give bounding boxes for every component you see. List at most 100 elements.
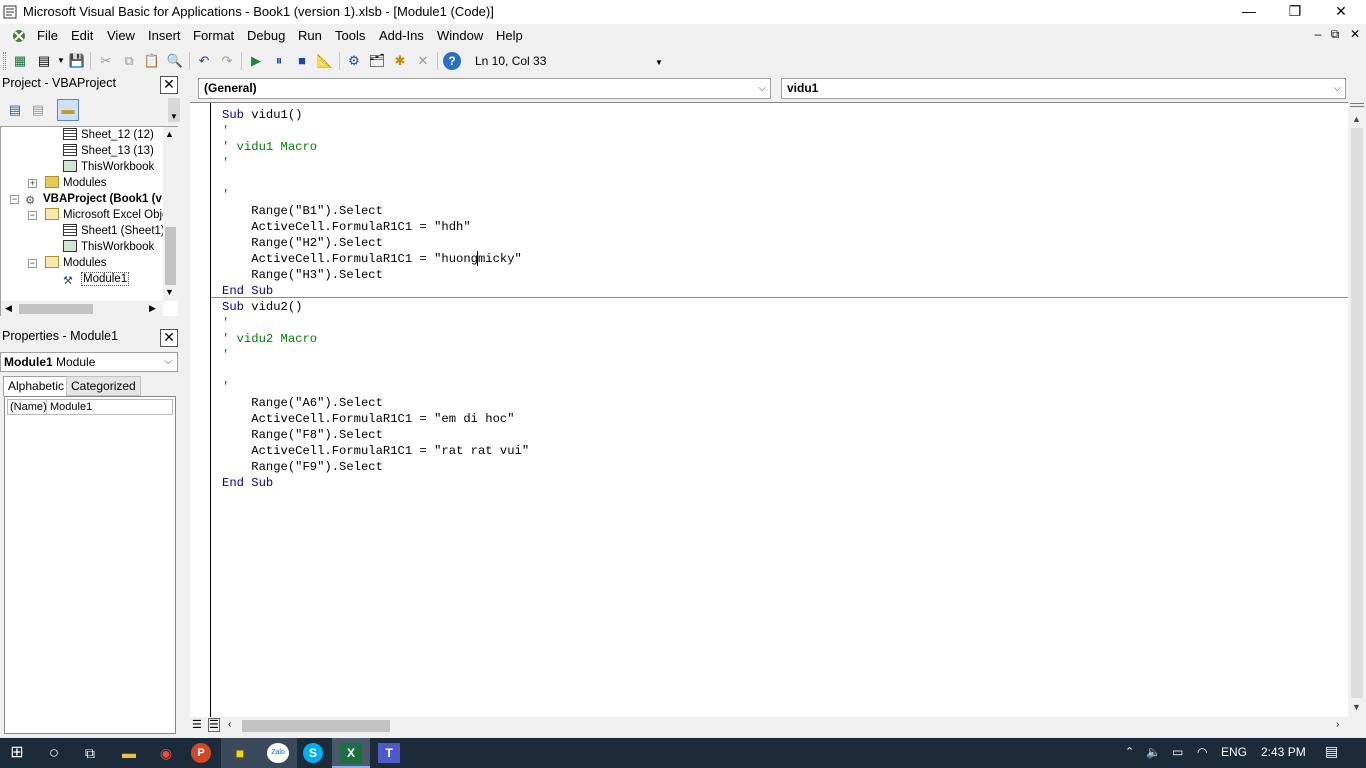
menu-file[interactable]: File — [37, 28, 58, 43]
sticky-notes-task[interactable]: ■ — [221, 738, 259, 768]
menu-insert[interactable]: Insert — [148, 28, 181, 43]
code-line[interactable]: Range("F8").Select — [222, 427, 383, 443]
tree-hscroll-thumb[interactable] — [19, 304, 93, 314]
tab-categorized[interactable]: Categorized — [66, 376, 141, 396]
toolbar-grip[interactable] — [3, 52, 6, 70]
collapse-icon[interactable]: − — [10, 195, 19, 204]
break-icon[interactable]: ⏸ — [270, 52, 288, 70]
toolbox-icon[interactable]: ✕ — [414, 52, 432, 70]
scroll-left-icon[interactable]: ‹ — [228, 719, 231, 730]
menu-add-ins[interactable]: Add-Ins — [379, 28, 424, 43]
cut-icon[interactable]: ✂ — [97, 52, 115, 70]
close-icon[interactable]: ✕ — [160, 76, 178, 94]
tree-node-module1[interactable]: ⚒ Module1 — [63, 271, 130, 287]
battery-icon[interactable]: ▭ — [1172, 745, 1183, 759]
code-line[interactable]: ' — [222, 123, 229, 139]
mdi-restore-button[interactable]: ⧉ — [1327, 27, 1343, 42]
help-icon[interactable]: ? — [443, 52, 461, 70]
tree-node-thisworkbook-2[interactable]: ThisWorkbook — [63, 239, 154, 255]
menu-edit[interactable]: Edit — [71, 28, 93, 43]
tree-hscrollbar[interactable]: ◀ ▶ — [1, 301, 163, 316]
code-line[interactable]: ' — [222, 155, 229, 171]
scroll-up-icon[interactable]: ▲ — [1352, 114, 1361, 124]
design-mode-icon[interactable]: 📐 — [316, 52, 334, 70]
tree-node-sheet13[interactable]: Sheet_13 (13) — [63, 143, 154, 159]
vba-menu-icon[interactable] — [10, 27, 28, 45]
code-hscrollbar[interactable]: ☰ ☰ ‹ › — [190, 717, 1348, 735]
volume-icon[interactable]: 🔈 — [1146, 745, 1161, 759]
code-line[interactable]: Sub vidu2() — [222, 299, 302, 315]
tree-vscrollbar[interactable]: ▲ ▼ — [163, 127, 178, 301]
windows-start-icon[interactable]: ⊞ — [6, 743, 28, 763]
cortana-icon[interactable]: ○ — [43, 743, 65, 763]
procedure-combo[interactable]: vidu1 ⌵ — [781, 78, 1346, 99]
menu-view[interactable]: View — [107, 28, 135, 43]
skype-icon[interactable]: S — [303, 743, 323, 763]
collapse-icon[interactable]: − — [28, 259, 37, 268]
code-line[interactable]: ' vidu1 Macro — [222, 139, 317, 155]
object-combo[interactable]: (General) ⌵ — [198, 78, 771, 99]
redo-icon[interactable]: ↷ — [218, 52, 236, 70]
code-vscrollbar[interactable]: ▲ ▼ — [1348, 102, 1366, 717]
menu-format[interactable]: Format — [193, 28, 234, 43]
menu-window[interactable]: Window — [437, 28, 483, 43]
tree-node-sheet1[interactable]: Sheet1 (Sheet1) — [63, 223, 165, 239]
object-browser-icon[interactable]: ✱ — [391, 52, 409, 70]
notification-icon[interactable]: ▤ — [1325, 743, 1338, 760]
tree-node-modules-2[interactable]: Modules — [45, 255, 106, 271]
code-hscroll-thumb[interactable] — [242, 720, 390, 732]
project-explorer-icon[interactable]: ⚙ — [345, 52, 363, 70]
code-line[interactable]: Range("H2").Select — [222, 235, 383, 251]
tree-node-sheet12[interactable]: Sheet_12 (12) — [63, 127, 154, 143]
code-line[interactable]: End Sub — [222, 475, 273, 491]
margin-indicator-bar[interactable] — [190, 103, 211, 718]
code-editor[interactable]: Sub vidu1() ' ' vidu1 Macro ' ' Range("B1").… — [190, 102, 1348, 718]
code-vscroll-thumb[interactable] — [1351, 128, 1363, 698]
scroll-down-icon[interactable]: ▼ — [1352, 702, 1361, 712]
scroll-right-icon[interactable]: › — [1336, 719, 1339, 730]
scroll-right-icon[interactable]: ▶ — [149, 303, 156, 314]
run-icon[interactable]: ▶ — [247, 52, 265, 70]
scroll-down-icon[interactable]: ▼ — [165, 287, 174, 297]
code-line[interactable]: Range("B1").Select — [222, 203, 383, 219]
copy-icon[interactable]: ⧉ — [120, 52, 138, 70]
collapse-icon[interactable]: − — [28, 211, 37, 220]
property-value[interactable]: Module1 — [50, 400, 92, 414]
paste-icon[interactable]: 📋 — [143, 52, 161, 70]
scroll-up-icon[interactable]: ▲ — [165, 129, 174, 139]
menu-run[interactable]: Run — [298, 28, 322, 43]
property-row[interactable]: (Name) Module1 — [7, 399, 173, 415]
excel-task[interactable]: X — [332, 738, 370, 768]
code-line[interactable]: Range("F9").Select — [222, 459, 383, 475]
save-icon[interactable]: 💾 — [68, 52, 86, 70]
mdi-close-button[interactable]: ✕ — [1347, 27, 1363, 41]
view-excel-icon[interactable]: ▦ — [11, 52, 29, 70]
properties-object-dropdown[interactable]: Module1 Module ⌵ — [0, 352, 178, 372]
toolbar-options-icon[interactable]: ▼ — [654, 54, 664, 72]
minimize-button[interactable]: — — [1226, 0, 1272, 24]
code-line[interactable]: Range("A6").Select — [222, 395, 383, 411]
tree-node-vbaproject[interactable]: ⚙ VBAProject (Book1 (v — [25, 191, 162, 207]
teams-icon[interactable]: T — [378, 743, 400, 763]
clock-time[interactable]: 2:43 PM — [1261, 745, 1306, 759]
file-explorer-icon[interactable]: ▬ — [118, 743, 140, 763]
code-line[interactable]: ActiveCell.FormulaR1C1 = "rat rat vui" — [222, 443, 529, 459]
view-code-icon[interactable]: ▤ — [6, 101, 24, 119]
full-module-view-icon[interactable]: ☰ — [208, 718, 220, 732]
zalo-task[interactable]: Zalo — [259, 738, 297, 768]
procedure-view-icon[interactable]: ☰ — [192, 718, 202, 731]
scroll-left-icon[interactable]: ◀ — [5, 303, 12, 314]
code-line[interactable]: ' vidu2 Macro — [222, 331, 317, 347]
code-line[interactable]: ActiveCell.FormulaR1C1 = "em di hoc" — [222, 411, 514, 427]
close-icon[interactable]: ✕ — [160, 329, 178, 347]
reset-icon[interactable]: ■ — [293, 52, 311, 70]
tree-vscroll-thumb[interactable] — [165, 227, 176, 285]
code-line[interactable]: ' — [222, 315, 229, 331]
tree-node-thisworkbook[interactable]: ThisWorkbook — [63, 159, 154, 175]
find-icon[interactable]: 🔍 — [166, 52, 184, 70]
code-line[interactable]: ' — [222, 187, 229, 203]
tab-alphabetic[interactable]: Alphabetic — [3, 376, 70, 396]
menu-debug[interactable]: Debug — [247, 28, 285, 43]
tree-node-excel-objects[interactable]: Microsoft Excel Obje — [45, 207, 168, 223]
split-bar[interactable] — [1350, 103, 1364, 107]
